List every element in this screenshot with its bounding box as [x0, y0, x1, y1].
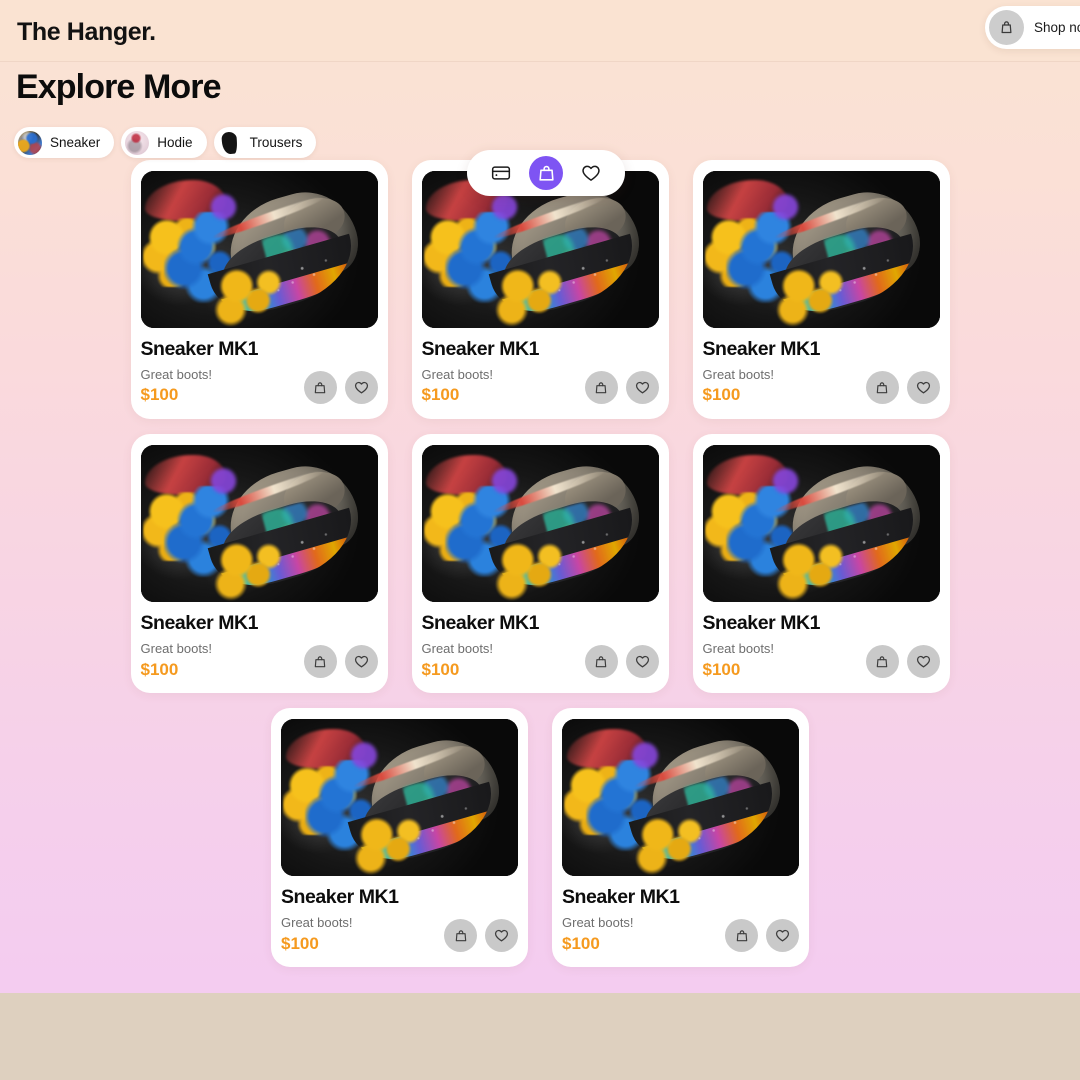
shop-now-button[interactable]: Shop now: [985, 6, 1080, 49]
favorite-button[interactable]: [485, 919, 518, 953]
product-image: [702, 445, 940, 603]
product-grid-row: Sneaker MK1 Great boots! $100 Sneaker MK…: [0, 434, 1080, 694]
hodie-thumb-icon: [125, 130, 150, 155]
product-title: Sneaker MK1: [140, 612, 259, 635]
sneaker-thumb-icon: [18, 130, 42, 155]
product-card-footer: Great boots! $100: [141, 367, 378, 405]
product-price: $100: [281, 933, 319, 953]
product-card[interactable]: Sneaker MK1 Great boots! $100: [692, 160, 950, 420]
favorite-button[interactable]: [906, 371, 940, 405]
product-description: Great boots!: [702, 640, 775, 656]
product-price: $100: [702, 385, 741, 405]
product-image: [140, 171, 378, 328]
product-card[interactable]: Sneaker MK1 Great boots! $100: [130, 160, 388, 420]
product-card-footer: Great boots! $100: [422, 367, 659, 405]
product-title: Sneaker MK1: [281, 886, 399, 909]
product-price: $100: [562, 933, 600, 953]
product-card-actions: [865, 645, 940, 679]
trousers-thumb-icon: [218, 131, 242, 155]
product-title: Sneaker MK1: [421, 612, 540, 635]
product-image: [562, 719, 799, 877]
product-image: [702, 171, 940, 328]
category-chip-label: Sneaker: [50, 135, 101, 150]
product-card-footer: Great boots! $100: [703, 367, 940, 405]
add-to-cart-button[interactable]: [865, 645, 899, 679]
product-title: Sneaker MK1: [562, 886, 680, 909]
add-to-cart-button[interactable]: [303, 645, 337, 679]
product-grid-row: Sneaker MK1 Great boots! $100 Sneaker MK…: [0, 160, 1080, 420]
product-card[interactable]: Sneaker MK1 Great boots! $100: [411, 434, 669, 694]
product-card-actions: [303, 645, 378, 679]
product-grid: Sneaker MK1 Great boots! $100 Sneaker MK…: [0, 160, 1080, 982]
product-description: Great boots!: [140, 366, 213, 382]
heart-icon[interactable]: [575, 157, 607, 189]
site-header: The Hanger. Shop now: [0, 0, 1080, 62]
product-card-footer: Great boots! $100: [422, 641, 659, 679]
product-description: Great boots!: [281, 915, 353, 931]
product-image: [281, 719, 518, 877]
product-title: Sneaker MK1: [702, 612, 821, 635]
product-card-actions: [444, 919, 518, 953]
product-card-footer: Great boots! $100: [141, 641, 378, 679]
product-card[interactable]: Sneaker MK1 Great boots! $100: [552, 708, 809, 968]
product-title: Sneaker MK1: [140, 338, 259, 360]
product-price: $100: [421, 385, 460, 405]
favorite-button[interactable]: [625, 371, 659, 405]
favorite-button[interactable]: [766, 919, 799, 953]
product-description: Great boots!: [702, 366, 775, 382]
add-to-cart-button[interactable]: [303, 371, 337, 405]
shopping-bag-icon[interactable]: [529, 156, 563, 190]
product-card-footer: Great boots! $100: [562, 915, 799, 953]
favorite-button[interactable]: [625, 645, 659, 679]
product-card-actions: [725, 919, 799, 953]
product-description: Great boots!: [140, 640, 213, 656]
category-chip-label: Trousers: [249, 135, 303, 150]
product-card-actions: [584, 371, 659, 405]
favorite-button[interactable]: [344, 645, 378, 679]
product-price: $100: [702, 659, 741, 679]
page-title: Explore More: [16, 68, 221, 106]
product-description: Great boots!: [421, 640, 494, 656]
site-footer: [0, 993, 1080, 1080]
product-image: [421, 445, 659, 603]
add-to-cart-button[interactable]: [865, 371, 899, 405]
product-price: $100: [421, 659, 460, 679]
product-title: Sneaker MK1: [702, 338, 821, 360]
shop-now-label: Shop now: [1034, 20, 1080, 35]
product-card-actions: [584, 645, 659, 679]
product-card-actions: [865, 371, 940, 405]
product-price: $100: [140, 659, 179, 679]
product-card[interactable]: Sneaker MK1 Great boots! $100: [692, 434, 950, 694]
add-to-cart-button[interactable]: [444, 919, 477, 953]
category-chip-trousers[interactable]: Trousers: [213, 127, 317, 158]
product-card-footer: Great boots! $100: [281, 915, 518, 953]
product-description: Great boots!: [562, 915, 634, 931]
product-description: Great boots!: [421, 366, 494, 382]
product-price: $100: [140, 385, 179, 405]
product-image: [140, 445, 378, 603]
add-to-cart-button[interactable]: [584, 645, 618, 679]
product-grid-row: Sneaker MK1 Great boots! $100 Sneaker MK…: [0, 708, 1080, 968]
favorite-button[interactable]: [344, 371, 378, 405]
product-title: Sneaker MK1: [421, 338, 540, 360]
product-card-actions: [303, 371, 378, 405]
shopping-bag-icon: [989, 10, 1024, 45]
floating-action-toolbar: [467, 150, 625, 196]
add-to-cart-button[interactable]: [584, 371, 618, 405]
product-card[interactable]: Sneaker MK1 Great boots! $100: [271, 708, 528, 968]
favorite-button[interactable]: [906, 645, 940, 679]
category-chip-label: Hodie: [157, 135, 193, 150]
credit-card-icon[interactable]: [485, 157, 517, 189]
app-root: The Hanger. Shop now Explore More Sneake…: [0, 0, 1080, 1080]
add-to-cart-button[interactable]: [725, 919, 758, 953]
product-card[interactable]: Sneaker MK1 Great boots! $100: [130, 434, 388, 694]
category-filter-row: Sneaker Hodie Trousers: [14, 127, 317, 158]
category-chip-sneaker[interactable]: Sneaker: [14, 127, 115, 158]
category-chip-hodie[interactable]: Hodie: [121, 127, 207, 158]
brand-logo: The Hanger.: [17, 18, 156, 46]
product-card-footer: Great boots! $100: [703, 641, 940, 679]
product-card[interactable]: Sneaker MK1 Great boots! $100: [411, 160, 669, 420]
